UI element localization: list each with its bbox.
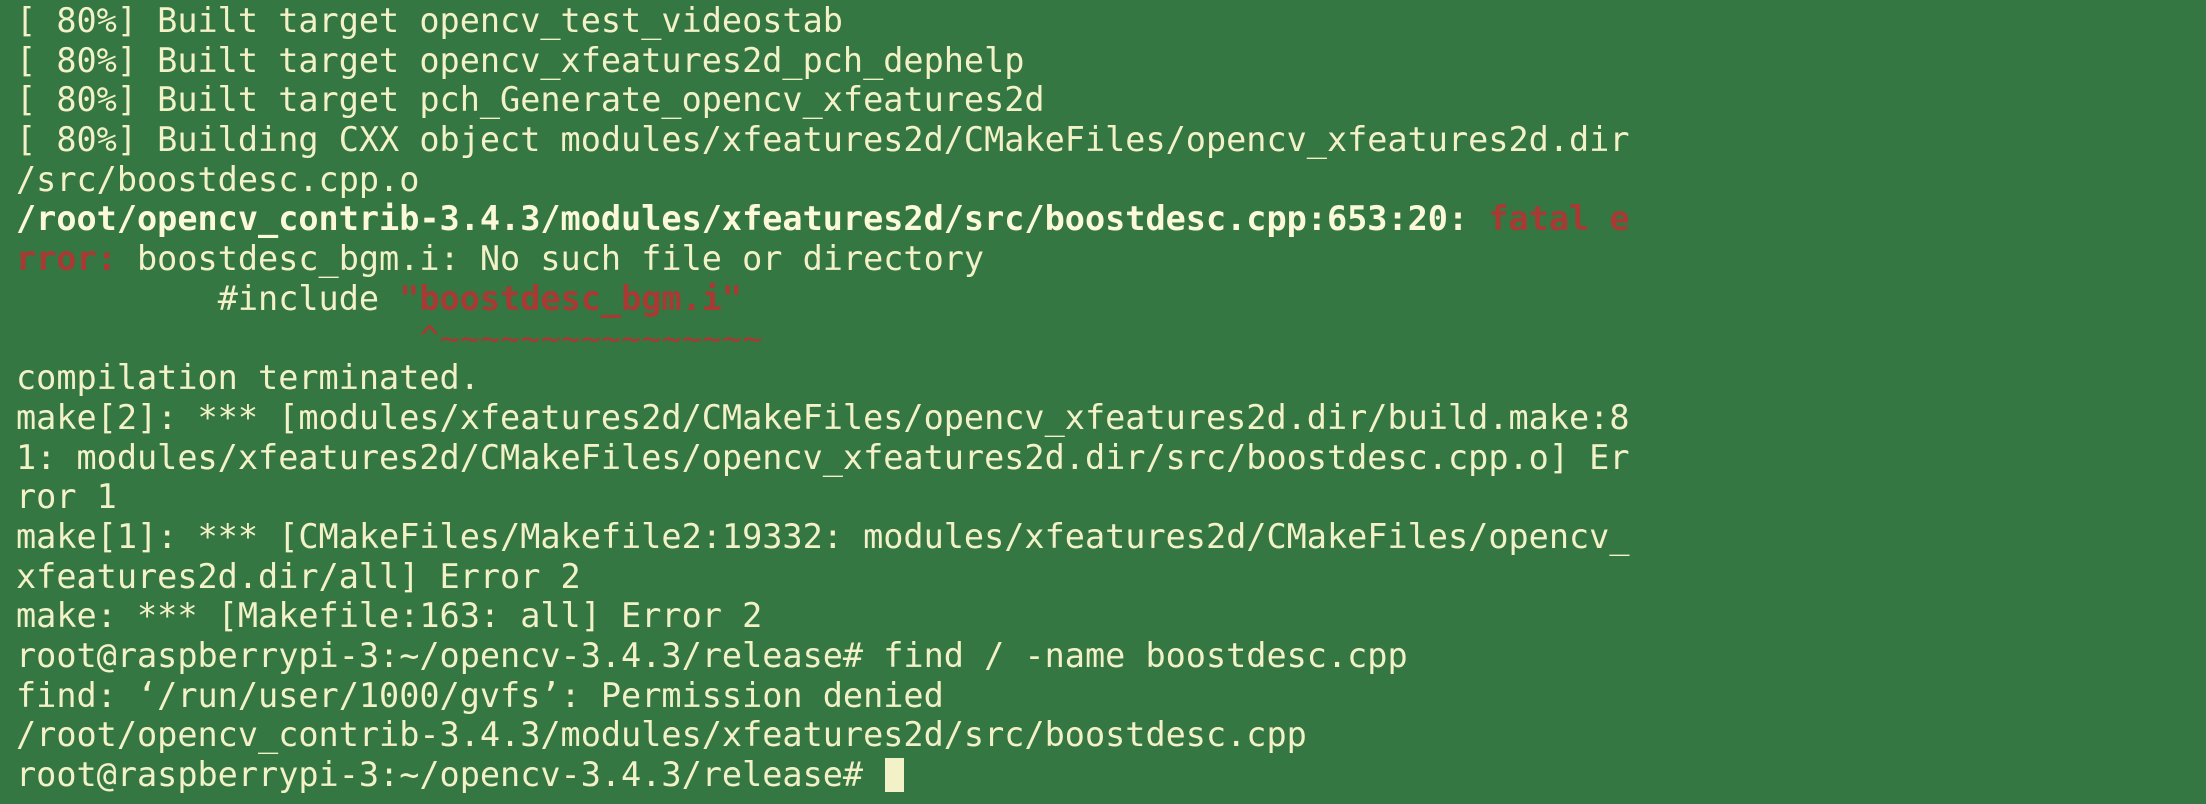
include-file: "boostdesc_bgm.i": [399, 278, 743, 318]
output-line: [ 80%] Built target pch_Generate_opencv_…: [16, 80, 1045, 120]
caret-line: ^~~~~~~~~~~~~~~~~: [16, 319, 2206, 359]
output-line: /src/boostdesc.cpp.o: [16, 159, 420, 199]
output-line: /root/opencv_contrib-3.4.3/modules/xfeat…: [16, 715, 1307, 755]
caret-indent: [16, 319, 419, 358]
output-line: [ 80%] Building CXX object modules/xfeat…: [16, 120, 1630, 160]
terminal-window[interactable]: [ 80%] Built target opencv_test_videosta…: [0, 1, 2206, 804]
error-message: boostdesc_bgm.i: No such file or directo…: [137, 239, 985, 279]
output-line: compilation terminated.: [16, 358, 480, 398]
error-line-continued: rror: boostdesc_bgm.i: No such file or d…: [16, 239, 2206, 279]
output-line: ror 1: [16, 477, 117, 517]
error-label: fatal e: [1488, 199, 1630, 239]
error-label-continued: rror:: [16, 239, 138, 279]
text-cursor[interactable]: [885, 758, 905, 793]
prompt-line[interactable]: root@raspberrypi-3:~/opencv-3.4.3/releas…: [16, 755, 2206, 795]
include-directive: #include: [217, 278, 400, 318]
caret-marker: ^~~~~~~~~~~~~~~~~: [419, 318, 763, 358]
output-line: [ 80%] Built target opencv_test_videosta…: [16, 1, 843, 40]
include-indent: [16, 279, 218, 318]
output-line: make: *** [Makefile:163: all] Error 2: [16, 596, 763, 636]
output-line: make[2]: *** [modules/xfeatures2d/CMakeF…: [16, 397, 1630, 437]
include-line: #include "boostdesc_bgm.i": [16, 279, 2206, 319]
output-line: xfeatures2d.dir/all] Error 2: [16, 556, 581, 596]
shell-prompt: root@raspberrypi-3:~/opencv-3.4.3/releas…: [16, 755, 884, 795]
output-line: make[1]: *** [CMakeFiles/Makefile2:19332…: [16, 516, 1630, 556]
error-line: /root/opencv_contrib-3.4.3/modules/xfeat…: [16, 199, 2206, 239]
output-line: [ 80%] Built target opencv_xfeatures2d_p…: [16, 40, 1025, 80]
command-line: root@raspberrypi-3:~/opencv-3.4.3/releas…: [16, 636, 1408, 675]
output-line: 1: modules/xfeatures2d/CMakeFiles/opencv…: [16, 437, 1630, 477]
output-line: find: ‘/run/user/1000/gvfs’: Permission …: [16, 675, 944, 715]
error-file-path: /root/opencv_contrib-3.4.3/modules/xfeat…: [16, 199, 1489, 239]
